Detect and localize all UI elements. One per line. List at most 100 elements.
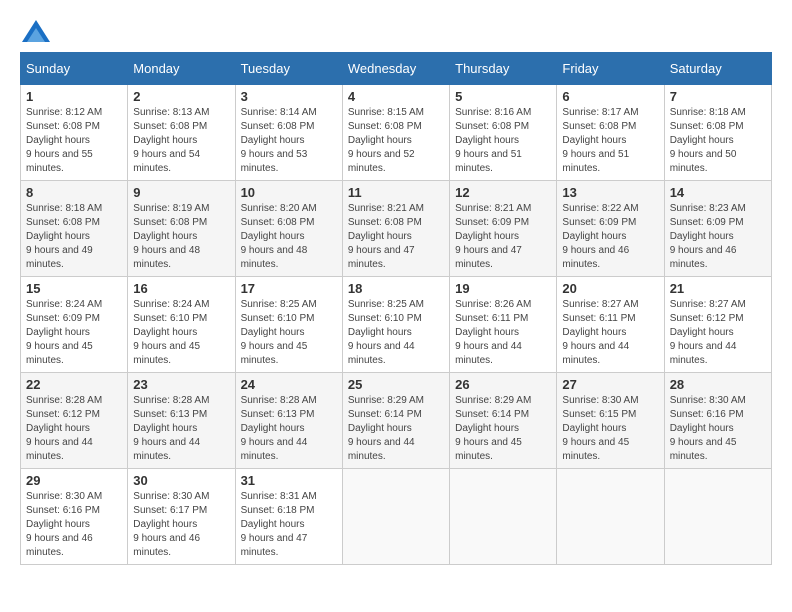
day-content: Sunrise: 8:28 AMSunset: 6:13 PMDaylight … — [133, 394, 229, 464]
calendar-cell: 11 Sunrise: 8:21 AMSunset: 6:08 PMDayligh… — [342, 181, 449, 277]
day-number: 13 — [562, 185, 658, 200]
day-content: Sunrise: 8:18 AMSunset: 6:08 PMDaylight … — [670, 106, 766, 176]
day-number: 6 — [562, 89, 658, 104]
weekday-header-friday: Friday — [557, 53, 664, 85]
day-number: 20 — [562, 281, 658, 296]
day-number: 12 — [455, 185, 551, 200]
weekday-header-monday: Monday — [128, 53, 235, 85]
week-row-1: 1 Sunrise: 8:12 AMSunset: 6:08 PMDaylight… — [21, 85, 772, 181]
weekday-header-thursday: Thursday — [450, 53, 557, 85]
day-content: Sunrise: 8:24 AMSunset: 6:09 PMDaylight … — [26, 298, 122, 368]
calendar-cell: 16 Sunrise: 8:24 AMSunset: 6:10 PMDayligh… — [128, 277, 235, 373]
calendar-cell — [664, 469, 771, 565]
day-content: Sunrise: 8:29 AMSunset: 6:14 PMDaylight … — [348, 394, 444, 464]
day-number: 8 — [26, 185, 122, 200]
calendar: SundayMondayTuesdayWednesdayThursdayFrid… — [20, 52, 772, 565]
weekday-header-row: SundayMondayTuesdayWednesdayThursdayFrid… — [21, 53, 772, 85]
day-number: 16 — [133, 281, 229, 296]
calendar-cell: 3Sunrise: 8:14 AMSunset: 6:08 PMDaylight… — [235, 85, 342, 181]
day-number: 27 — [562, 377, 658, 392]
day-content: Sunrise: 8:17 AMSunset: 6:08 PMDaylight … — [562, 106, 658, 176]
calendar-cell: 9Sunrise: 8:19 AMSunset: 6:08 PMDaylight… — [128, 181, 235, 277]
day-content: Sunrise: 8:22 AMSunset: 6:09 PMDaylight … — [562, 202, 658, 272]
calendar-cell: 14 Sunrise: 8:23 AMSunset: 6:09 PMDayligh… — [664, 181, 771, 277]
day-content: Sunrise: 8:27 AMSunset: 6:11 PMDaylight … — [562, 298, 658, 368]
calendar-cell: 4 Sunrise: 8:15 AMSunset: 6:08 PMDaylight… — [342, 85, 449, 181]
calendar-cell: 1 Sunrise: 8:12 AMSunset: 6:08 PMDaylight… — [21, 85, 128, 181]
day-content: Sunrise: 8:13 AMSunset: 6:08 PMDaylight … — [133, 106, 229, 176]
day-number: 21 — [670, 281, 766, 296]
logo-icon — [22, 20, 50, 42]
weekday-header-wednesday: Wednesday — [342, 53, 449, 85]
calendar-cell: 2 Sunrise: 8:13 AMSunset: 6:08 PMDaylight… — [128, 85, 235, 181]
day-content: Sunrise: 8:15 AMSunset: 6:08 PMDaylight … — [348, 106, 444, 176]
day-number: 1 — [26, 89, 122, 104]
day-number: 10 — [241, 185, 337, 200]
day-content: Sunrise: 8:29 AMSunset: 6:14 PMDaylight … — [455, 394, 551, 464]
calendar-cell: 8 Sunrise: 8:18 AMSunset: 6:08 PMDaylight… — [21, 181, 128, 277]
calendar-cell: 5Sunrise: 8:16 AMSunset: 6:08 PMDaylight… — [450, 85, 557, 181]
weekday-header-sunday: Sunday — [21, 53, 128, 85]
day-number: 28 — [670, 377, 766, 392]
day-content: Sunrise: 8:21 AMSunset: 6:08 PMDaylight … — [348, 202, 444, 272]
day-content: Sunrise: 8:25 AMSunset: 6:10 PMDaylight … — [241, 298, 337, 368]
day-content: Sunrise: 8:28 AMSunset: 6:13 PMDaylight … — [241, 394, 337, 464]
day-content: Sunrise: 8:12 AMSunset: 6:08 PMDaylight … — [26, 106, 122, 176]
day-content: Sunrise: 8:30 AMSunset: 6:16 PMDaylight … — [670, 394, 766, 464]
calendar-cell — [450, 469, 557, 565]
day-content: Sunrise: 8:28 AMSunset: 6:12 PMDaylight … — [26, 394, 122, 464]
calendar-cell: 19 Sunrise: 8:26 AMSunset: 6:11 PMDayligh… — [450, 277, 557, 373]
calendar-cell — [557, 469, 664, 565]
day-content: Sunrise: 8:30 AMSunset: 6:17 PMDaylight … — [133, 490, 229, 560]
calendar-cell: 18 Sunrise: 8:25 AMSunset: 6:10 PMDayligh… — [342, 277, 449, 373]
week-row-2: 8 Sunrise: 8:18 AMSunset: 6:08 PMDaylight… — [21, 181, 772, 277]
day-content: Sunrise: 8:18 AMSunset: 6:08 PMDaylight … — [26, 202, 122, 272]
day-number: 22 — [26, 377, 122, 392]
day-number: 11 — [348, 185, 444, 200]
day-number: 4 — [348, 89, 444, 104]
day-content: Sunrise: 8:25 AMSunset: 6:10 PMDaylight … — [348, 298, 444, 368]
day-content: Sunrise: 8:23 AMSunset: 6:09 PMDaylight … — [670, 202, 766, 272]
day-number: 2 — [133, 89, 229, 104]
calendar-cell: 17 Sunrise: 8:25 AMSunset: 6:10 PMDayligh… — [235, 277, 342, 373]
calendar-cell — [342, 469, 449, 565]
day-number: 9 — [133, 185, 229, 200]
day-number: 5 — [455, 89, 551, 104]
day-number: 26 — [455, 377, 551, 392]
logo — [20, 20, 50, 42]
day-number: 23 — [133, 377, 229, 392]
day-number: 18 — [348, 281, 444, 296]
day-number: 31 — [241, 473, 337, 488]
calendar-cell: 15Sunrise: 8:24 AMSunset: 6:09 PMDayligh… — [21, 277, 128, 373]
calendar-cell: 30Sunrise: 8:30 AMSunset: 6:17 PMDayligh… — [128, 469, 235, 565]
calendar-cell: 7 Sunrise: 8:18 AMSunset: 6:08 PMDaylight… — [664, 85, 771, 181]
day-number: 24 — [241, 377, 337, 392]
day-number: 19 — [455, 281, 551, 296]
calendar-cell: 21 Sunrise: 8:27 AMSunset: 6:12 PMDayligh… — [664, 277, 771, 373]
calendar-cell: 28 Sunrise: 8:30 AMSunset: 6:16 PMDayligh… — [664, 373, 771, 469]
calendar-cell: 20 Sunrise: 8:27 AMSunset: 6:11 PMDayligh… — [557, 277, 664, 373]
day-number: 3 — [241, 89, 337, 104]
day-content: Sunrise: 8:30 AMSunset: 6:15 PMDaylight … — [562, 394, 658, 464]
day-content: Sunrise: 8:21 AMSunset: 6:09 PMDaylight … — [455, 202, 551, 272]
day-number: 14 — [670, 185, 766, 200]
day-number: 17 — [241, 281, 337, 296]
calendar-cell: 31 Sunrise: 8:31 AMSunset: 6:18 PMDayligh… — [235, 469, 342, 565]
calendar-cell: 22 Sunrise: 8:28 AMSunset: 6:12 PMDayligh… — [21, 373, 128, 469]
weekday-header-tuesday: Tuesday — [235, 53, 342, 85]
week-row-4: 22 Sunrise: 8:28 AMSunset: 6:12 PMDayligh… — [21, 373, 772, 469]
calendar-cell: 27 Sunrise: 8:30 AMSunset: 6:15 PMDayligh… — [557, 373, 664, 469]
day-number: 7 — [670, 89, 766, 104]
calendar-cell: 29Sunrise: 8:30 AMSunset: 6:16 PMDayligh… — [21, 469, 128, 565]
week-row-5: 29Sunrise: 8:30 AMSunset: 6:16 PMDayligh… — [21, 469, 772, 565]
weekday-header-saturday: Saturday — [664, 53, 771, 85]
calendar-cell: 12 Sunrise: 8:21 AMSunset: 6:09 PMDayligh… — [450, 181, 557, 277]
day-number: 25 — [348, 377, 444, 392]
day-content: Sunrise: 8:20 AMSunset: 6:08 PMDaylight … — [241, 202, 337, 272]
day-content: Sunrise: 8:27 AMSunset: 6:12 PMDaylight … — [670, 298, 766, 368]
day-content: Sunrise: 8:24 AMSunset: 6:10 PMDaylight … — [133, 298, 229, 368]
day-content: Sunrise: 8:31 AMSunset: 6:18 PMDaylight … — [241, 490, 337, 560]
day-content: Sunrise: 8:26 AMSunset: 6:11 PMDaylight … — [455, 298, 551, 368]
calendar-cell: 13 Sunrise: 8:22 AMSunset: 6:09 PMDayligh… — [557, 181, 664, 277]
calendar-cell: 24 Sunrise: 8:28 AMSunset: 6:13 PMDayligh… — [235, 373, 342, 469]
